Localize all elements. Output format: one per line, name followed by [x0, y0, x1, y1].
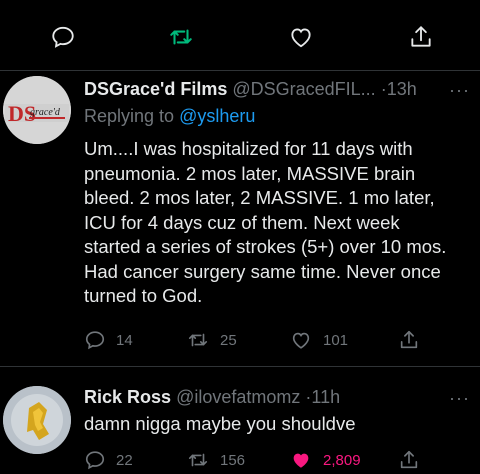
tweet-text-line: Um....I was hospitalized for 11 days wit…: [84, 138, 413, 159]
tweet-header: Rick Ross @ilovefatmomz ·11h: [84, 387, 340, 408]
avatar[interactable]: DS grace'd: [3, 76, 71, 144]
tweet-text-line: started a series of strokes (5+) over 10…: [84, 236, 447, 257]
tweet-header: DSGrace'd Films @DSGracedFIL... ·13h: [84, 79, 417, 100]
like-button[interactable]: 2,809: [289, 449, 361, 471]
tweet-text-line: damn nigga maybe you shouldve: [84, 413, 356, 434]
retweet-button[interactable]: 156: [186, 449, 245, 471]
retweet-button[interactable]: 25: [186, 329, 237, 351]
share-button[interactable]: [398, 449, 430, 471]
like-button[interactable]: 101: [289, 329, 348, 351]
tweet-text-line: turned to God.: [84, 285, 203, 306]
top-action-bar: [0, 0, 480, 70]
tweet-text-line: Had cancer surgery same time. Never once: [84, 260, 441, 282]
retweet-icon[interactable]: [168, 24, 194, 50]
retweet-icon: [188, 333, 208, 347]
retweet-count: 25: [220, 331, 237, 349]
like-icon[interactable]: [288, 24, 314, 50]
share-icon: [400, 330, 418, 349]
reply-count: 22: [116, 451, 133, 469]
dsgraced-logo: DS grace'd: [3, 76, 71, 144]
avatar[interactable]: [3, 386, 71, 454]
reply-icon: [85, 331, 105, 350]
like-icon: [292, 332, 310, 349]
reply-icon: [85, 451, 105, 470]
reply-button[interactable]: 14: [84, 329, 133, 351]
like-count: 101: [323, 331, 349, 349]
tweet-body: damn nigga maybe you shouldve: [84, 412, 478, 437]
share-icon: [400, 450, 418, 469]
reply-count: 14: [116, 331, 133, 349]
replying-to: Replying to @yslheru: [84, 106, 255, 127]
more-options-icon[interactable]: ···: [449, 388, 470, 409]
replying-handle-link[interactable]: @yslheru: [179, 106, 255, 126]
user-handle[interactable]: @ilovefatmomz: [176, 387, 300, 407]
user-handle[interactable]: @DSGracedFIL...: [232, 79, 375, 99]
retweet-icon: [188, 453, 208, 467]
avatar-image: [3, 386, 71, 454]
liked-heart-icon: [293, 453, 309, 468]
tweet-dsgraced[interactable]: DS grace'd DSGrace'd Films @DSGracedFIL.…: [0, 71, 480, 366]
display-name[interactable]: DSGrace'd Films: [84, 79, 227, 99]
tweet-body: Um....I was hospitalized for 11 days wit…: [84, 137, 478, 309]
reply-icon[interactable]: [50, 24, 76, 50]
tweet-text-line: ICU for 4 days cuz of them. Next week: [84, 211, 400, 233]
share-icon[interactable]: [408, 24, 434, 50]
tweet-text-line: bleed. 2 mos later, 2 MASSIVE. 1 mo late…: [84, 187, 435, 208]
replying-prefix: Replying to: [84, 106, 175, 126]
retweet-count: 156: [220, 451, 246, 469]
svg-text:grace'd: grace'd: [30, 107, 61, 118]
tweet-rickross[interactable]: Rick Ross @ilovefatmomz ·11h ··· damn ni…: [0, 367, 480, 474]
like-count: 2,809: [323, 451, 361, 469]
timestamp[interactable]: 11h: [311, 387, 340, 407]
display-name[interactable]: Rick Ross: [84, 387, 171, 407]
tweet-text-line: pneumonia. 2 mos later, MASSIVE brain: [84, 162, 416, 184]
share-button[interactable]: [398, 329, 430, 351]
more-options-icon[interactable]: ···: [449, 80, 470, 101]
timestamp[interactable]: 13h: [387, 79, 417, 99]
reply-button[interactable]: 22: [84, 449, 133, 471]
